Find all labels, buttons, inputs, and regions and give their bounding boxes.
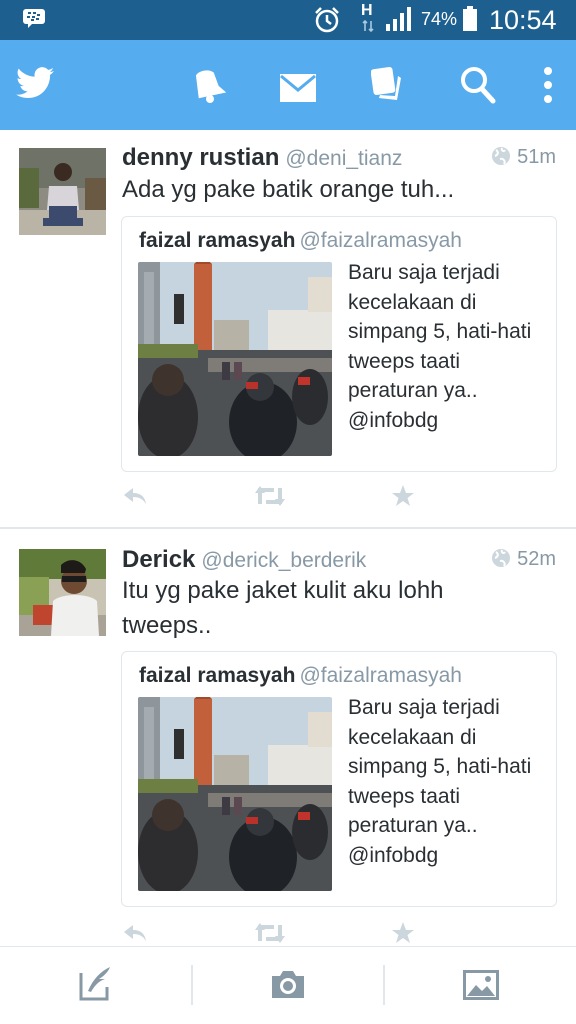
clock: 10:54 [489, 5, 557, 35]
tweet-card[interactable]: denny rustian @deni_tianz 51m Ada yg pake… [0, 130, 576, 528]
compose-tweet-icon[interactable] [79, 965, 113, 1001]
quoted-author-handle: @faizalramasyah [299, 229, 462, 252]
quoted-tweet[interactable]: faizal ramasyah @faizalramasyah Baru saj… [121, 216, 557, 472]
quoted-text: Baru saja terjadi kecelakaan di simpang … [348, 696, 532, 867]
quoted-tweet-header: faizal ramasyah @faizalramasyah [139, 229, 462, 253]
quoted-tweet[interactable]: faizal ramasyah @faizalramasyah Baru saj… [121, 651, 557, 907]
avatar[interactable] [19, 549, 106, 636]
tweet-header: Derick @derick_berderik [122, 546, 366, 574]
tweet-actions [0, 484, 576, 514]
signal-icon [386, 7, 411, 31]
quoted-photo[interactable] [138, 262, 332, 456]
reply-icon[interactable] [122, 484, 148, 508]
tweet-time: 52m [491, 548, 556, 571]
notifications-bell-icon[interactable] [190, 66, 226, 104]
tweet-card[interactable]: Derick @derick_berderik 52m Itu yg pake j… [0, 529, 576, 946]
action-bar [0, 40, 576, 130]
bottom-bar-separator [191, 965, 193, 1005]
tweet-header: denny rustian @deni_tianz [122, 144, 402, 172]
quoted-author-handle: @faizalramasyah [299, 664, 462, 687]
reply-icon[interactable] [122, 921, 148, 945]
bbm-icon [23, 9, 45, 28]
messages-envelope-icon[interactable] [280, 74, 316, 102]
favorite-star-icon[interactable] [391, 921, 415, 945]
author-name[interactable]: Derick [122, 546, 195, 573]
bottom-compose-bar [0, 946, 576, 1024]
hspa-arrows-icon [362, 20, 374, 32]
tweet-age: 52m [517, 548, 556, 570]
quoted-tweet-header: faizal ramasyah @faizalramasyah [139, 664, 462, 688]
network-type-label: H [361, 2, 373, 19]
quoted-author-name: faizal ramasyah [139, 664, 296, 687]
tweet-text: Ada yg pake batik orange tuh... [122, 176, 455, 203]
retweet-icon[interactable] [254, 921, 286, 945]
tweet-text: Itu yg pake jaket kulit aku lohh tweeps.… [122, 577, 444, 639]
status-bar: H 74% 10:54 [0, 0, 576, 40]
battery-percent: 74% [421, 9, 458, 29]
gallery-image-icon[interactable] [463, 970, 499, 1000]
author-handle[interactable]: @deni_tianz [285, 147, 402, 170]
twitter-bird-icon[interactable] [16, 66, 54, 100]
quoted-text: Baru saja terjadi kecelakaan di simpang … [348, 261, 532, 432]
author-handle[interactable]: @derick_berderik [201, 549, 366, 572]
overflow-menu-icon[interactable] [543, 66, 553, 104]
battery-icon [463, 6, 477, 31]
tweet-time: 51m [491, 146, 556, 169]
camera-icon[interactable] [270, 969, 306, 999]
alarm-icon [315, 7, 339, 33]
search-icon[interactable] [460, 66, 496, 104]
avatar[interactable] [19, 148, 106, 235]
favorite-star-icon[interactable] [391, 484, 415, 508]
author-name[interactable]: denny rustian [122, 144, 279, 171]
quoted-author-name: faizal ramasyah [139, 229, 296, 252]
discover-cards-icon[interactable] [371, 66, 405, 104]
retweet-icon[interactable] [254, 484, 286, 508]
tweet-age: 51m [517, 146, 556, 168]
globe-icon [492, 549, 511, 567]
globe-icon [492, 147, 511, 165]
quoted-photo[interactable] [138, 697, 332, 891]
bottom-bar-separator [383, 965, 385, 1005]
